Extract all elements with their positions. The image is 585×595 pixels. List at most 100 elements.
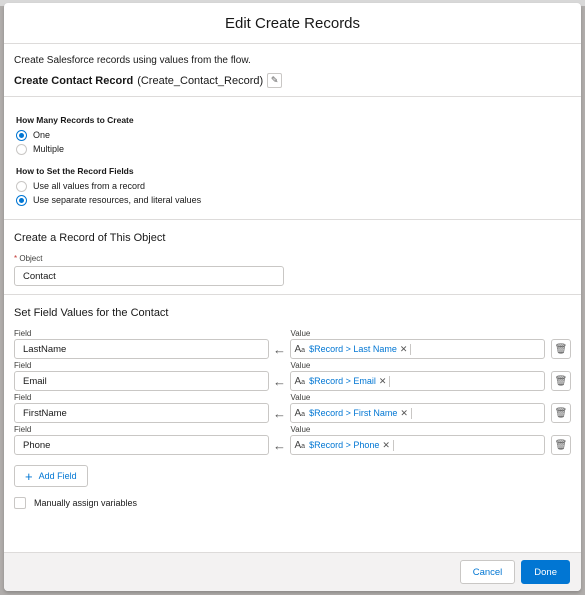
field-value-row: Field Email ← Value Aa $Record > Email ✕… <box>14 361 571 391</box>
element-info-section: Create Salesforce records using values f… <box>4 44 581 97</box>
trash-icon: 🗑 <box>554 407 568 419</box>
cancel-button[interactable]: Cancel <box>459 560 516 584</box>
radio-multiple[interactable]: Multiple <box>16 142 569 156</box>
value-label: Value <box>290 329 311 338</box>
edit-create-records-modal: Edit Create Records Create Salesforce re… <box>4 3 581 591</box>
field-value-row: Field FirstName ← Value Aa $Record > Fir… <box>14 393 571 423</box>
value-pill-text: $Record > Phone <box>309 440 380 450</box>
field-label: Field <box>14 393 32 402</box>
object-section: Create a Record of This Object * Object … <box>4 232 581 295</box>
value-pill[interactable]: $Record > Email ✕ <box>309 375 391 387</box>
delete-row-button[interactable]: 🗑 <box>551 339 571 359</box>
modal-footer: Cancel Done <box>4 552 581 591</box>
trash-icon: 🗑 <box>554 439 568 451</box>
close-icon[interactable]: ✕ <box>382 439 394 451</box>
close-icon[interactable]: ✕ <box>400 407 412 419</box>
radio-use-separate-button[interactable] <box>16 194 27 206</box>
value-pill-text: $Record > Email <box>309 376 376 386</box>
text-aa-icon: Aa <box>294 407 306 419</box>
modal-header: Edit Create Records <box>4 3 581 44</box>
field-input[interactable]: Email <box>14 371 269 391</box>
value-input[interactable]: Aa $Record > Last Name ✕ <box>290 339 546 359</box>
field-input[interactable]: FirstName <box>14 403 269 423</box>
radio-use-all-values-button[interactable] <box>16 180 27 192</box>
how-many-group: How Many Records to Create One Multiple <box>14 97 571 156</box>
field-column: Field FirstName <box>14 393 269 423</box>
field-input[interactable]: Phone <box>14 435 269 455</box>
field-column: Field LastName <box>14 329 269 359</box>
value-pill-text: $Record > Last Name <box>309 344 397 354</box>
manual-assign-label: Manually assign variables <box>34 498 138 508</box>
value-input[interactable]: Aa $Record > First Name ✕ <box>290 403 546 423</box>
object-section-heading: Create a Record of This Object <box>14 232 166 244</box>
radio-use-separate-label: Use separate resources, and literal valu… <box>33 195 202 205</box>
element-label: Create Contact Record <box>14 74 134 87</box>
field-column: Field Phone <box>14 425 269 455</box>
object-input[interactable]: Contact <box>14 266 284 286</box>
edit-element-button[interactable]: ✎ <box>267 73 283 88</box>
radio-use-all-values-label: Use all values from a record <box>33 181 146 191</box>
element-label-row: Create Contact Record (Create_Contact_Re… <box>14 66 571 96</box>
plus-icon: + <box>25 468 33 484</box>
value-column: Value Aa $Record > First Name ✕ <box>290 393 546 423</box>
delete-row-button[interactable]: 🗑 <box>551 435 571 455</box>
manual-assign-row[interactable]: Manually assign variables <box>14 497 571 509</box>
value-column: Value Aa $Record > Phone ✕ <box>290 425 546 455</box>
modal-title: Edit Create Records <box>224 14 361 32</box>
value-input[interactable]: Aa $Record > Phone ✕ <box>290 435 546 455</box>
left-arrow-icon: ← <box>273 406 286 421</box>
radio-one-button[interactable] <box>16 129 27 141</box>
value-label: Value <box>290 425 311 434</box>
field-input-value: LastName <box>23 343 67 355</box>
field-value-row: Field LastName ← Value Aa $Record > Last… <box>14 329 571 359</box>
add-field-button[interactable]: + Add Field <box>14 465 88 487</box>
pencil-icon: ✎ <box>270 75 279 85</box>
trash-icon: 🗑 <box>554 343 568 355</box>
radio-use-all-values[interactable]: Use all values from a record <box>16 179 569 193</box>
object-label-text: Object <box>19 254 43 263</box>
close-icon[interactable]: ✕ <box>379 375 391 387</box>
value-pill[interactable]: $Record > Last Name ✕ <box>309 343 412 355</box>
left-arrow-icon: ← <box>273 374 286 389</box>
how-to-set-label: How to Set the Record Fields <box>16 166 134 176</box>
field-values-heading: Set Field Values for the Contact <box>14 307 169 319</box>
how-many-label: How Many Records to Create <box>16 115 134 125</box>
done-button[interactable]: Done <box>521 560 570 584</box>
value-column: Value Aa $Record > Email ✕ <box>290 361 546 391</box>
value-label: Value <box>290 361 311 370</box>
modal-description: Create Salesforce records using values f… <box>14 55 251 66</box>
object-field-label: * Object <box>14 254 571 264</box>
object-value: Contact <box>23 270 56 282</box>
radio-use-separate[interactable]: Use separate resources, and literal valu… <box>16 193 569 207</box>
left-arrow-icon: ← <box>273 342 286 357</box>
field-value-row: Field Phone ← Value Aa $Record > Phone ✕… <box>14 425 571 455</box>
left-arrow-icon: ← <box>273 438 286 453</box>
field-input-value: FirstName <box>23 407 67 419</box>
delete-row-button[interactable]: 🗑 <box>551 403 571 423</box>
radio-one[interactable]: One <box>16 128 569 142</box>
trash-icon: 🗑 <box>554 375 568 387</box>
delete-row-button[interactable]: 🗑 <box>551 371 571 391</box>
close-icon[interactable]: ✕ <box>400 343 412 355</box>
value-pill[interactable]: $Record > Phone ✕ <box>309 439 394 451</box>
value-label: Value <box>290 393 311 402</box>
field-input-value: Phone <box>23 439 51 451</box>
manual-assign-checkbox[interactable] <box>14 497 26 509</box>
add-field-label: Add Field <box>38 471 77 481</box>
how-to-set-group: How to Set the Record Fields Use all val… <box>14 166 571 207</box>
text-aa-icon: Aa <box>294 375 306 387</box>
field-values-section: Set Field Values for the Contact Field L… <box>4 307 581 509</box>
field-label: Field <box>14 425 32 434</box>
radio-one-label: One <box>33 130 51 140</box>
radio-multiple-button[interactable] <box>16 143 27 155</box>
field-input[interactable]: LastName <box>14 339 269 359</box>
value-pill[interactable]: $Record > First Name ✕ <box>309 407 412 419</box>
element-api-name: (Create_Contact_Record) <box>137 74 264 87</box>
field-label: Field <box>14 329 32 338</box>
settings-section: How Many Records to Create One Multiple … <box>4 97 581 220</box>
field-input-value: Email <box>23 375 47 387</box>
field-label: Field <box>14 361 32 370</box>
value-input[interactable]: Aa $Record > Email ✕ <box>290 371 546 391</box>
field-column: Field Email <box>14 361 269 391</box>
value-column: Value Aa $Record > Last Name ✕ <box>290 329 546 359</box>
